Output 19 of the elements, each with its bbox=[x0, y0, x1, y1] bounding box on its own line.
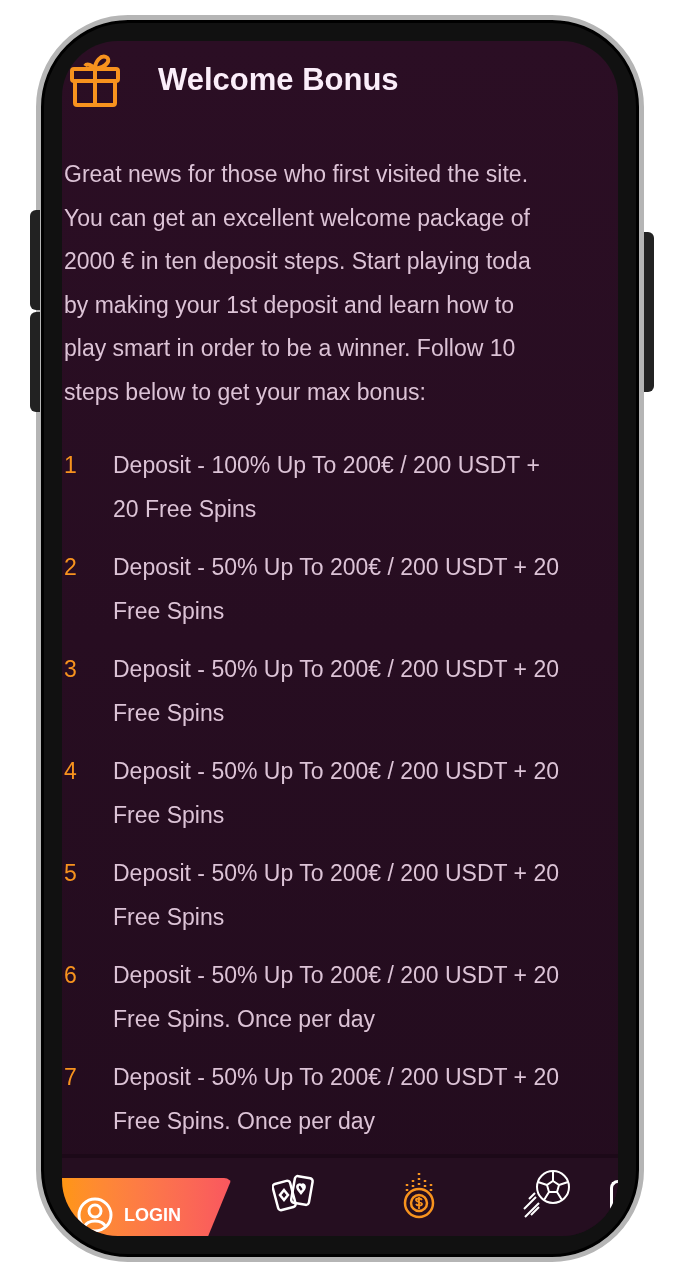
step-text: Deposit - 50% Up To 200€ / 200 USDT + 20 Free Spins bbox=[113, 655, 559, 728]
step-number: 7 bbox=[63, 1063, 78, 1092]
step-number: 4 bbox=[63, 757, 78, 786]
step-number: 2 bbox=[63, 553, 78, 582]
step-text: Deposit - 50% Up To 200€ / 200 USDT + 20 Free Spins bbox=[113, 757, 559, 830]
login-button[interactable]: LOGIN bbox=[62, 1178, 232, 1236]
step-text: Deposit - 100% Up To 200€ / 200 USDT + 20 Free Spins bbox=[113, 451, 540, 524]
step-text: Deposit - 50% Up To 200€ / 200 USDT + 20 Free Spins. Once per day bbox=[113, 1063, 559, 1136]
step-text: Deposit - 50% Up To 200€ / 200 USDT + 20 Free Spins. Once per day bbox=[113, 961, 559, 1034]
step-number: 5 bbox=[63, 859, 78, 888]
step-number: 1 bbox=[63, 451, 78, 480]
step-text: Deposit - 50% Up To 200€ / 200 USDT + 20 Free Spins bbox=[113, 553, 559, 626]
step-number: 6 bbox=[63, 961, 78, 990]
step-number: 3 bbox=[63, 655, 78, 684]
user-icon bbox=[76, 1196, 114, 1234]
gift-icon bbox=[68, 53, 122, 107]
intro-paragraph: Great news for those who first visited the site. You can get an excellent welcome package of 2000 € in ten deposit steps. Start playing toda by making your 1st deposit and learn how to play smart in order to be a winner. Follow 10 steps below to get your max bonus: bbox=[63, 160, 532, 407]
page-title: Welcome Bonus bbox=[158, 60, 399, 99]
step-text: Deposit - 50% Up To 200€ / 200 USDT + 20 Free Spins bbox=[113, 859, 559, 932]
